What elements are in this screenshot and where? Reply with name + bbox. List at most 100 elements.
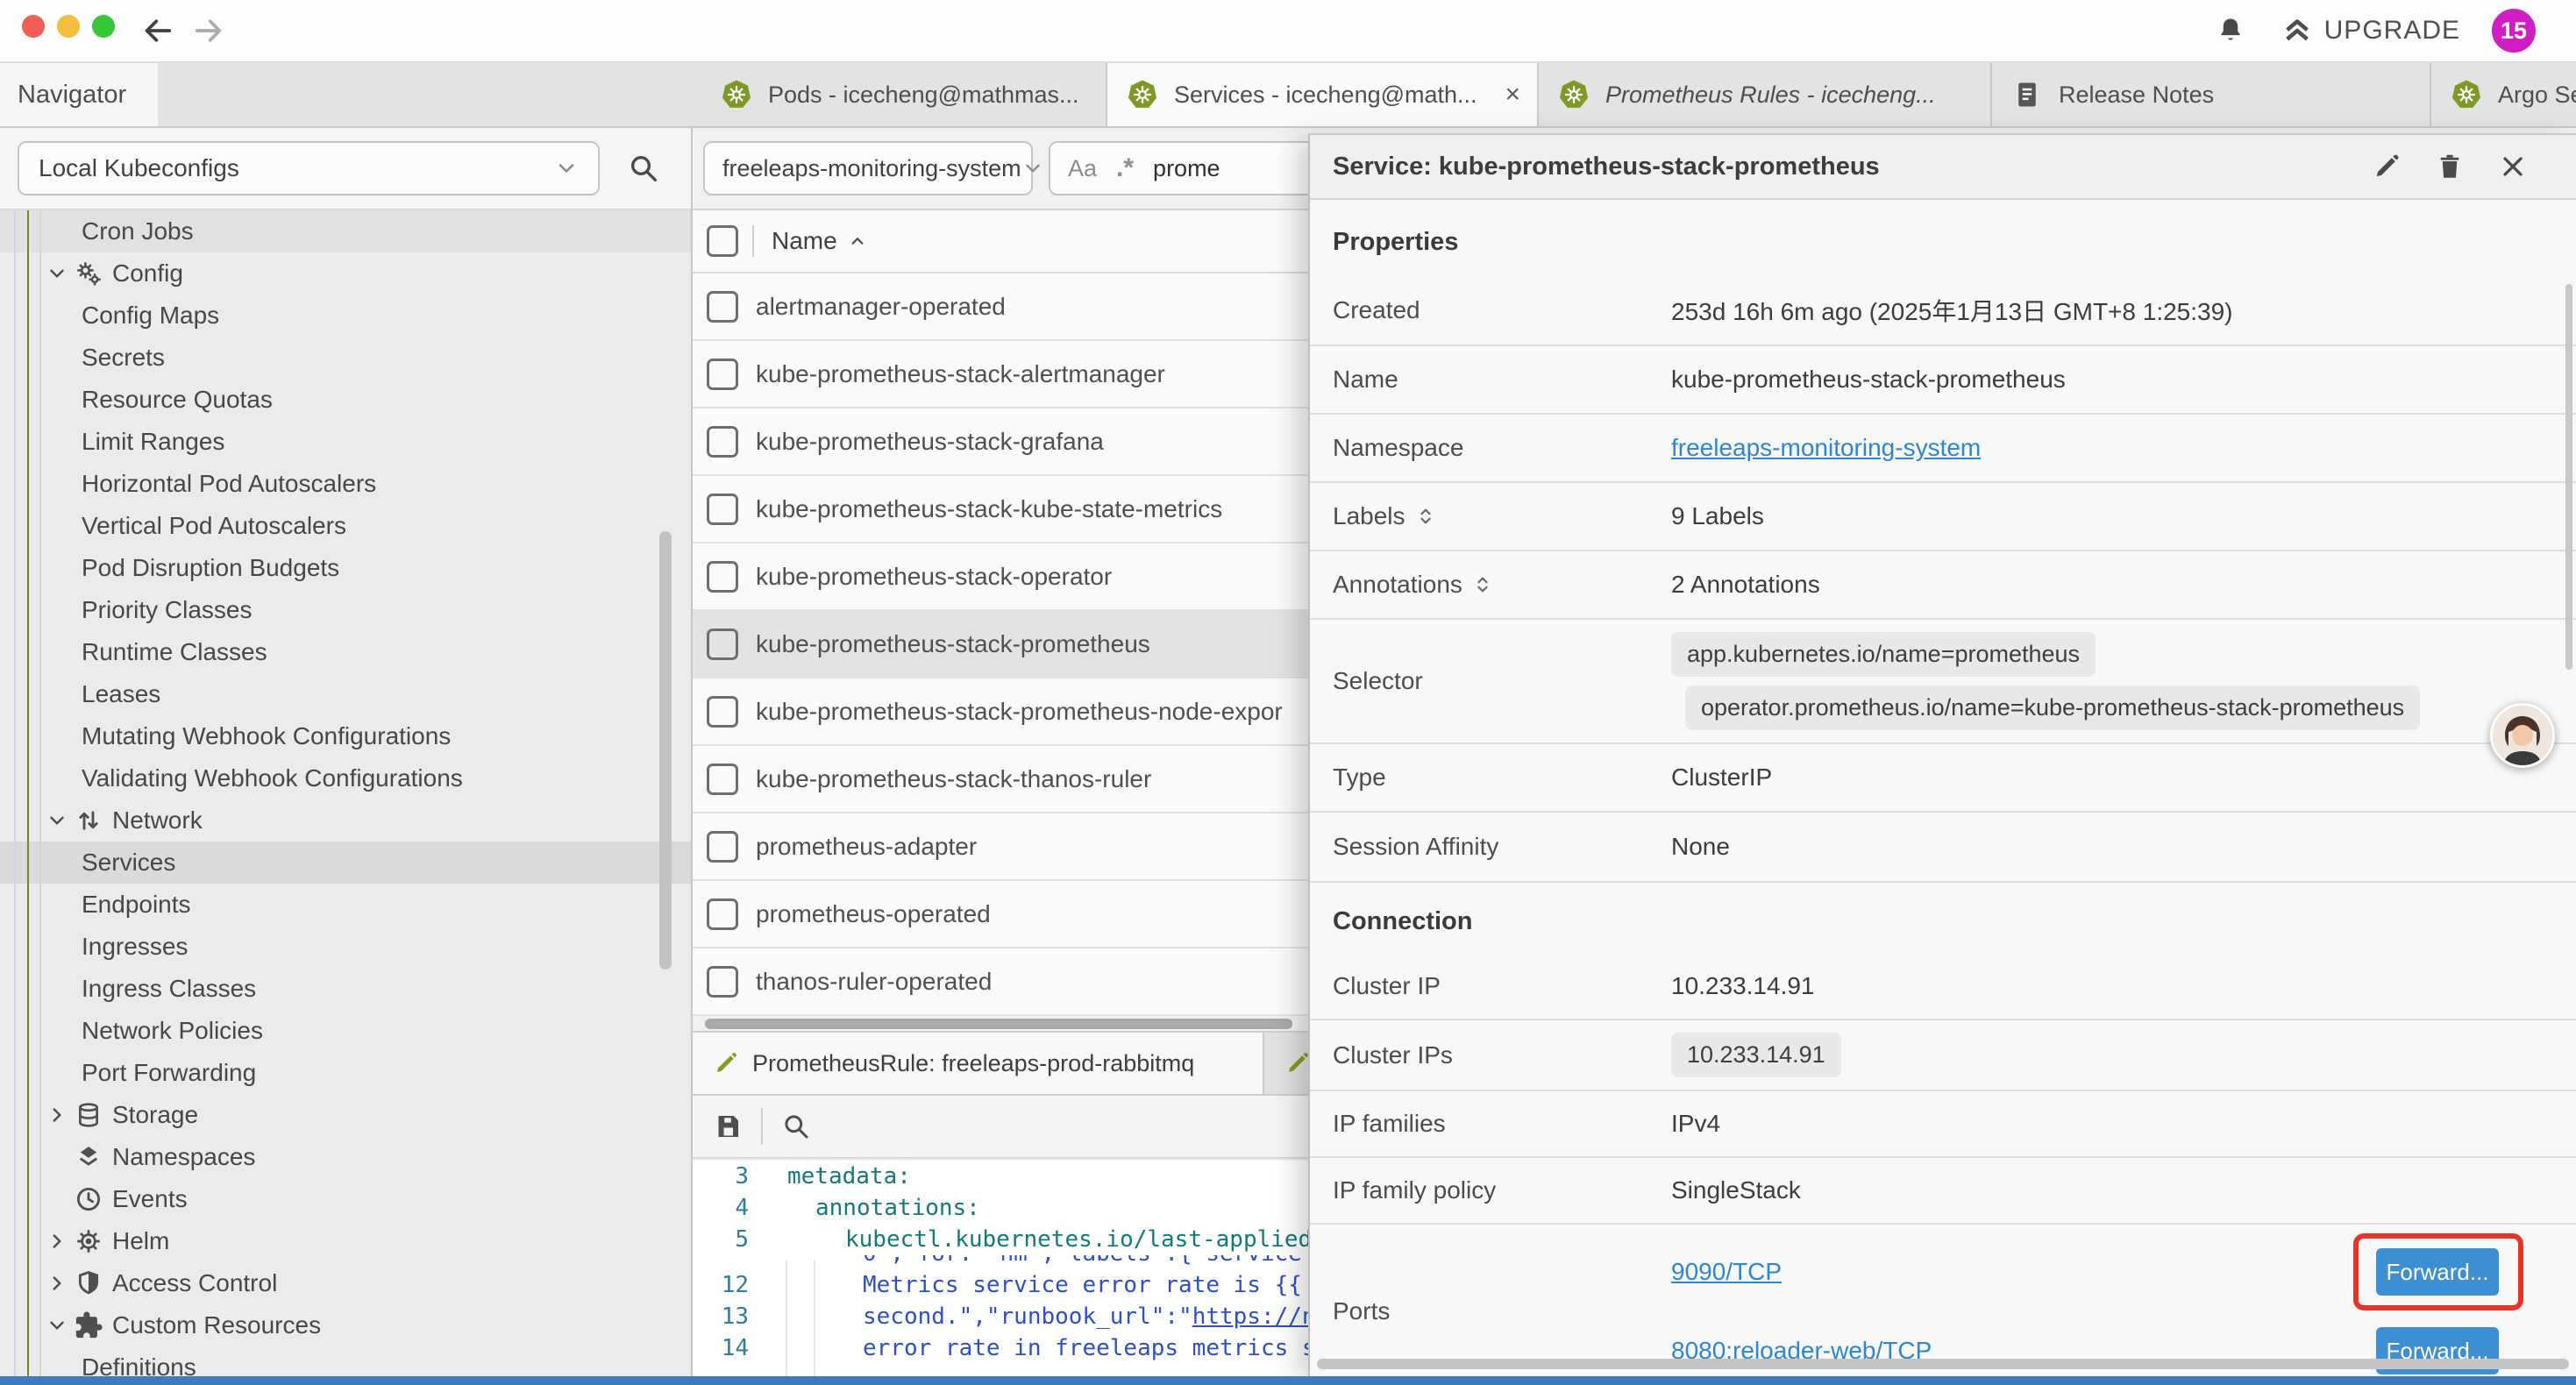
row-checkbox[interactable] xyxy=(707,831,738,863)
detail-value: ClusterIP xyxy=(1671,764,2576,792)
edit-pencil-icon[interactable] xyxy=(2371,151,2402,182)
sidebar-item-network[interactable]: Network xyxy=(0,799,691,842)
chevron-right-icon[interactable] xyxy=(42,1272,72,1295)
kubeconfig-select[interactable]: Local Kubeconfigs xyxy=(18,141,600,195)
sidebar-item-priority-classes[interactable]: Priority Classes xyxy=(0,589,691,631)
sidebar-item-horizontal-pod-autoscalers[interactable]: Horizontal Pod Autoscalers xyxy=(0,463,691,505)
service-name: kube-prometheus-stack-prometheus-node-ex… xyxy=(756,698,1283,726)
sidebar-item-pod-disruption-budgets[interactable]: Pod Disruption Budgets xyxy=(0,547,691,589)
regex-toggle[interactable]: .* xyxy=(1116,153,1134,183)
sidebar-item-validating-webhook-configurations[interactable]: Validating Webhook Configurations xyxy=(0,757,691,799)
sidebar-scrollbar[interactable] xyxy=(659,531,672,970)
minimize-window-button[interactable] xyxy=(57,15,80,38)
sidebar-item-port-forwarding[interactable]: Port Forwarding xyxy=(0,1052,691,1094)
details-vertical-scrollbar[interactable] xyxy=(2565,284,2572,670)
editor-tab-prometheusrule[interactable]: PrometheusRule: freeleaps-prod-rabbitmq xyxy=(693,1033,1264,1094)
row-checkbox[interactable] xyxy=(707,291,738,323)
namespace-select[interactable]: freeleaps-monitoring-system xyxy=(703,141,1033,195)
save-icon[interactable] xyxy=(712,1111,744,1142)
sidebar-item-ingresses[interactable]: Ingresses xyxy=(0,926,691,968)
sidebar-item-leases[interactable]: Leases xyxy=(0,673,691,715)
clock-icon xyxy=(74,1184,103,1214)
row-checkbox[interactable] xyxy=(707,561,738,593)
port-row: 9090/TCP Forward... xyxy=(1671,1237,2576,1307)
row-checkbox[interactable] xyxy=(707,764,738,795)
sidebar-item-services[interactable]: Services xyxy=(0,842,691,884)
code-text: kubectl.kubernetes.io/last-applied-co xyxy=(749,1224,1353,1255)
sidebar-item-endpoints[interactable]: Endpoints xyxy=(0,884,691,926)
row-checkbox[interactable] xyxy=(707,966,738,998)
sidebar-item-config-maps[interactable]: Config Maps xyxy=(0,295,691,337)
sort-ascending-icon[interactable] xyxy=(846,230,869,252)
close-tab-icon[interactable]: × xyxy=(1505,82,1521,108)
namespace-link[interactable]: freeleaps-monitoring-system xyxy=(1671,434,1981,462)
search-icon[interactable] xyxy=(626,151,661,186)
upgrade-button[interactable]: UPGRADE xyxy=(2279,12,2460,49)
select-all-checkbox[interactable] xyxy=(707,225,738,257)
chevron-down-icon[interactable] xyxy=(42,809,72,832)
sidebar-item-secrets[interactable]: Secrets xyxy=(0,337,691,379)
tab-argo-se[interactable]: Argo Se xyxy=(2431,63,2576,126)
sidebar-item-custom-resources[interactable]: Custom Resources xyxy=(0,1304,691,1346)
detail-key: IP family policy xyxy=(1310,1176,1671,1204)
close-icon[interactable] xyxy=(2497,151,2529,182)
chevron-down-icon[interactable] xyxy=(42,262,72,285)
sidebar-item-mutating-webhook-configurations[interactable]: Mutating Webhook Configurations xyxy=(0,715,691,757)
details-horizontal-scrollbar[interactable] xyxy=(1317,1359,2569,1369)
tab-pods-icecheng-mathmas[interactable]: Pods - icecheng@mathmas... xyxy=(701,63,1107,126)
notification-count-badge[interactable]: 15 xyxy=(2492,9,2536,53)
sidebar-item-label: Network xyxy=(112,806,203,835)
column-name-header[interactable]: Name xyxy=(772,227,837,255)
tab-prometheus-rules-icecheng[interactable]: Prometheus Rules - icecheng... xyxy=(1539,63,1992,126)
sidebar-item-label: Storage xyxy=(112,1101,198,1129)
delete-trash-icon[interactable] xyxy=(2434,151,2466,182)
close-window-button[interactable] xyxy=(22,15,45,38)
sidebar-item-access-control[interactable]: Access Control xyxy=(0,1262,691,1304)
row-checkbox[interactable] xyxy=(707,426,738,458)
sidebar-item-cron-jobs[interactable]: Cron Jobs xyxy=(0,210,691,252)
sidebar-item-events[interactable]: Events xyxy=(0,1178,691,1220)
match-case-toggle[interactable]: Aa xyxy=(1068,155,1097,182)
detail-key: Selector xyxy=(1310,667,1671,695)
tab-navigator[interactable]: Navigator xyxy=(0,63,158,126)
sidebar-item-storage[interactable]: Storage xyxy=(0,1094,691,1136)
chevron-right-icon[interactable] xyxy=(42,1230,72,1253)
tab-label: Argo Se xyxy=(2498,82,2576,109)
row-checkbox[interactable] xyxy=(707,696,738,728)
back-button[interactable] xyxy=(140,13,175,48)
forward-button[interactable] xyxy=(191,13,226,48)
sidebar-item-vertical-pod-autoscalers[interactable]: Vertical Pod Autoscalers xyxy=(0,505,691,547)
notifications-bell-icon[interactable] xyxy=(2214,14,2247,47)
sidebar-item-label: Resource Quotas xyxy=(82,386,273,414)
sidebar-item-config[interactable]: Config xyxy=(0,252,691,295)
service-name: kube-prometheus-stack-grafana xyxy=(756,428,1104,456)
detail-row-session-affinity: Session AffinityNone xyxy=(1310,813,2576,883)
row-checkbox[interactable] xyxy=(707,898,738,930)
forward-button[interactable]: Forward... xyxy=(2376,1248,2499,1296)
row-checkbox[interactable] xyxy=(707,359,738,390)
row-checkbox[interactable] xyxy=(707,494,738,525)
sidebar-item-resource-quotas[interactable]: Resource Quotas xyxy=(0,379,691,421)
sidebar-item-namespaces[interactable]: Namespaces xyxy=(0,1136,691,1178)
table-horizontal-scrollbar[interactable] xyxy=(705,1019,1292,1029)
sidebar-item-helm[interactable]: Helm xyxy=(0,1220,691,1262)
line-number: 3 xyxy=(693,1161,749,1192)
editor-search-icon[interactable] xyxy=(780,1111,812,1142)
chevron-right-icon[interactable] xyxy=(42,1104,72,1126)
sidebar-item-ingress-classes[interactable]: Ingress Classes xyxy=(0,968,691,1010)
port-link[interactable]: 9090/TCP xyxy=(1671,1258,1782,1286)
chevron-down-icon[interactable] xyxy=(42,1314,72,1337)
sidebar-item-limit-ranges[interactable]: Limit Ranges xyxy=(0,421,691,463)
gears-icon xyxy=(74,259,103,288)
line-number xyxy=(693,1255,749,1269)
code-text: 0", for: "hm", labels :{ service : xyxy=(749,1255,1329,1269)
sidebar-item-definitions[interactable]: Definitions xyxy=(0,1346,691,1376)
user-avatar[interactable] xyxy=(2490,703,2555,768)
sidebar-item-network-policies[interactable]: Network Policies xyxy=(0,1010,691,1052)
tab-services-icecheng-math[interactable]: Services - icecheng@math...× xyxy=(1107,63,1539,126)
zoom-window-button[interactable] xyxy=(92,15,115,38)
row-checkbox[interactable] xyxy=(707,629,738,660)
sidebar-item-runtime-classes[interactable]: Runtime Classes xyxy=(0,631,691,673)
pencil-icon xyxy=(712,1049,740,1077)
tab-release-notes[interactable]: Release Notes xyxy=(1992,63,2431,126)
